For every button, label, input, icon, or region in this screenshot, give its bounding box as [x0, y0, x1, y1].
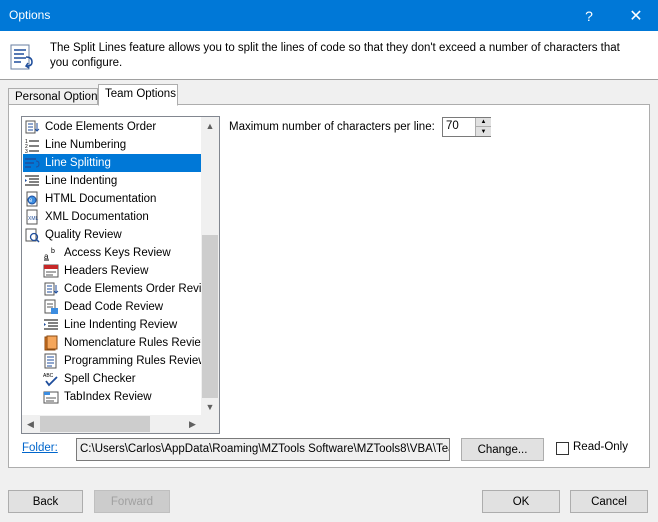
close-button[interactable]: ✕ — [614, 0, 658, 31]
programming-rules-icon — [43, 353, 59, 369]
scroll-thumb-horizontal[interactable] — [40, 416, 150, 432]
line-splitting-icon — [10, 44, 33, 70]
line-indenting-review-icon — [43, 317, 59, 333]
folder-link[interactable]: Folder: — [22, 442, 58, 454]
access-keys-icon: ab — [43, 245, 59, 261]
tree-item[interactable]: Quality Review — [24, 226, 122, 244]
tree-item[interactable]: e HTML Documentation — [24, 190, 156, 208]
tree-item[interactable]: Line Indenting Review — [43, 316, 177, 334]
tree-item-label: Programming Rules Review — [64, 355, 207, 367]
tree-item-label: Spell Checker — [64, 373, 136, 385]
tree-item[interactable]: Dead Code Review — [43, 298, 163, 316]
tree-item[interactable]: Programming Rules Review — [43, 352, 207, 370]
tree-item-label: XML Documentation — [45, 211, 149, 223]
tree-item-label: HTML Documentation — [45, 193, 157, 205]
tree-item-label: Line Splitting — [45, 157, 111, 169]
tree-item[interactable]: Headers Review — [43, 262, 148, 280]
tree-item[interactable]: ABC Spell Checker — [43, 370, 136, 388]
tabindex-review-icon — [43, 389, 59, 405]
read-only-checkbox[interactable] — [556, 442, 569, 455]
tree-vertical-scrollbar[interactable]: ▲ ▼ — [201, 117, 219, 415]
change-button[interactable]: Change... — [461, 438, 544, 461]
svg-text:b: b — [51, 248, 55, 255]
svg-text:XML: XML — [28, 216, 39, 222]
xml-doc-icon: XML — [24, 209, 40, 225]
title-bar: Options ? ✕ — [0, 0, 658, 31]
dead-code-icon — [43, 299, 59, 315]
read-only-label: Read-Only — [573, 441, 628, 453]
max-chars-value[interactable]: 70 — [446, 120, 459, 132]
tab-team-options[interactable]: Team Options — [98, 84, 178, 106]
tree-item[interactable]: TabIndex Review — [43, 388, 152, 406]
tree-item[interactable]: Code Elements Order Review — [43, 280, 216, 298]
code-order-icon — [24, 119, 40, 135]
quality-review-icon — [24, 227, 40, 243]
tree-item[interactable]: a b Access Keys Review — [43, 244, 171, 262]
ok-button[interactable]: OK — [482, 490, 560, 513]
tree-item-label: Headers Review — [64, 265, 149, 277]
info-panel: The Split Lines feature allows you to sp… — [0, 31, 658, 80]
tree-item[interactable]: Line Indenting — [24, 172, 117, 190]
tree-item-label: TabIndex Review — [64, 391, 152, 403]
scroll-left-icon[interactable]: ◀ — [22, 415, 39, 433]
scroll-down-icon[interactable]: ▼ — [201, 398, 219, 415]
tree-item[interactable]: Code Elements Order — [24, 118, 156, 136]
info-text: The Split Lines feature allows you to sp… — [50, 42, 620, 69]
tree-item-label: Line Numbering — [45, 139, 127, 151]
tree-item-label: Code Elements Order — [45, 121, 157, 133]
headers-review-icon — [43, 263, 59, 279]
tree-item[interactable]: 1 2 3 Line Numbering — [24, 136, 126, 154]
spell-checker-icon: ABC — [43, 371, 59, 387]
tree-item-label: Nomenclature Rules Review — [64, 337, 210, 349]
scroll-right-icon[interactable]: ▶ — [184, 415, 201, 433]
tree-item-label: Quality Review — [45, 229, 122, 241]
max-chars-stepper[interactable]: 70 ▲ ▼ — [442, 117, 491, 137]
tree-horizontal-scrollbar[interactable]: ◀ ▶ — [22, 415, 201, 433]
line-indenting-icon — [24, 173, 40, 189]
line-splitting-icon — [24, 155, 40, 171]
scroll-corner — [201, 415, 219, 433]
tree-item-label: Dead Code Review — [64, 301, 164, 313]
window-title: Options — [9, 8, 51, 22]
code-order-review-icon — [43, 281, 59, 297]
tree-item[interactable]: Nomenclature Rules Review — [43, 334, 209, 352]
line-numbering-icon: 123 — [24, 137, 40, 153]
nomenclature-icon — [43, 335, 59, 351]
tree-item-label: Line Indenting — [45, 175, 118, 187]
spin-down-icon[interactable]: ▼ — [476, 127, 491, 136]
tree-item-label: Access Keys Review — [64, 247, 171, 259]
svg-text:3: 3 — [25, 149, 28, 153]
forward-button[interactable]: Forward — [94, 490, 170, 513]
tree-item[interactable]: XML XML Documentation — [24, 208, 149, 226]
folder-path-field[interactable]: C:\Users\Carlos\AppData\Roaming\MZTools … — [76, 438, 450, 461]
cancel-button[interactable]: Cancel — [570, 490, 648, 513]
tree-item-label: Code Elements Order Review — [64, 283, 217, 295]
html-doc-icon: e — [24, 191, 40, 207]
options-tree[interactable]: Code Elements Order 1 2 3 Line Numbering Line… — [21, 116, 220, 434]
back-button[interactable]: Back — [8, 490, 83, 513]
help-button[interactable]: ? — [572, 0, 606, 31]
svg-text:ABC: ABC — [43, 373, 54, 379]
max-chars-label: Maximum number of characters per line: — [229, 121, 435, 133]
tree-item-label: Line Indenting Review — [64, 319, 178, 331]
spin-up-icon[interactable]: ▲ — [476, 118, 491, 127]
scroll-thumb[interactable] — [202, 235, 218, 398]
tree-item[interactable]: Line Splitting — [23, 154, 201, 172]
scroll-up-icon[interactable]: ▲ — [201, 117, 219, 134]
